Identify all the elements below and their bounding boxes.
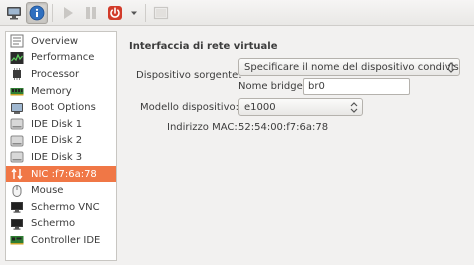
source-device-value: Specificare il nome del dispositivo cond… [244,61,460,73]
info-icon [29,5,45,21]
source-device-label: Dispositivo sorgente: [136,70,242,81]
memory-icon [9,84,25,98]
sidebar-item-performance[interactable]: Performance [6,50,116,67]
display-icon [9,200,25,214]
sidebar-item-processor[interactable]: Processor [6,66,116,83]
fullscreen-button[interactable] [150,2,172,24]
sidebar-item-overview[interactable]: Overview [6,33,116,50]
sidebar-item-label: IDE Disk 3 [31,151,83,163]
sidebar-item-ide-disk-2[interactable]: IDE Disk 2 [6,133,116,150]
hardware-list: Overview Performance Processor Memory Bo… [5,31,117,261]
fullscreen-icon [153,6,169,20]
disk-icon [9,117,25,131]
monitor-icon [7,7,21,20]
controller-icon [9,233,25,247]
overview-icon [9,34,25,48]
console-button[interactable] [3,2,25,24]
device-model-label: Modello dispositivo: [140,102,239,113]
display-icon [9,217,25,231]
device-model-select[interactable]: e1000 [238,98,363,116]
sidebar-item-ide-disk-3[interactable]: IDE Disk 3 [6,149,116,166]
network-icon [9,167,25,181]
performance-icon [9,51,25,65]
sidebar-item-display[interactable]: Schermo [6,216,116,233]
shutdown-button[interactable] [104,2,126,24]
sidebar-item-label: NIC :f7:6a:78 [31,168,97,180]
section-title: Interfaccia di rete virtuale [129,41,278,52]
sidebar-item-nic[interactable]: NIC :f7:6a:78 [6,165,116,183]
chevron-updown-icon [447,62,455,73]
sidebar-item-label: Mouse [31,185,64,197]
toolbar-separator [52,4,53,22]
sidebar-item-label: Schermo [31,218,76,230]
mac-address-value: 52:54:00:f7:6a:78 [238,122,329,133]
sidebar-item-label: IDE Disk 1 [31,118,83,130]
sidebar-item-label: Schermo VNC [31,201,100,213]
shutdown-menu-button[interactable] [127,2,141,24]
toolbar [0,0,474,26]
pause-button[interactable] [80,2,102,24]
device-model-value: e1000 [244,101,276,113]
sidebar-item-label: Memory [31,85,72,97]
boot-options-icon [9,101,25,115]
bridge-name-input[interactable] [303,78,410,95]
sidebar-item-memory[interactable]: Memory [6,83,116,100]
bridge-name-label: Nome bridge: [238,81,307,92]
sidebar-item-label: Overview [31,35,79,47]
sidebar-item-ide-disk-1[interactable]: IDE Disk 1 [6,116,116,133]
chevron-updown-icon [350,102,358,113]
sidebar-item-ide-controller[interactable]: Controller IDE [6,232,116,249]
mouse-icon [9,184,25,198]
processor-icon [9,67,25,81]
chevron-down-icon [131,11,137,15]
details-button[interactable] [26,2,48,24]
sidebar-item-label: Performance [31,52,95,64]
sidebar-item-boot-options[interactable]: Boot Options [6,99,116,116]
power-icon [108,6,122,20]
sidebar-item-label: IDE Disk 2 [31,135,83,147]
disk-icon [9,150,25,164]
run-button[interactable] [57,2,79,24]
sidebar-item-mouse[interactable]: Mouse [6,182,116,199]
source-device-select[interactable]: Specificare il nome del dispositivo cond… [238,58,460,76]
sidebar-item-label: Boot Options [31,102,96,114]
sidebar-item-label: Controller IDE [31,234,101,246]
play-icon [64,7,73,19]
pause-icon [86,7,96,19]
disk-icon [9,134,25,148]
toolbar-separator [145,4,146,22]
mac-address-label: Indirizzo MAC: [167,122,238,133]
sidebar-item-vnc-display[interactable]: Schermo VNC [6,199,116,216]
sidebar-item-label: Processor [31,68,80,80]
